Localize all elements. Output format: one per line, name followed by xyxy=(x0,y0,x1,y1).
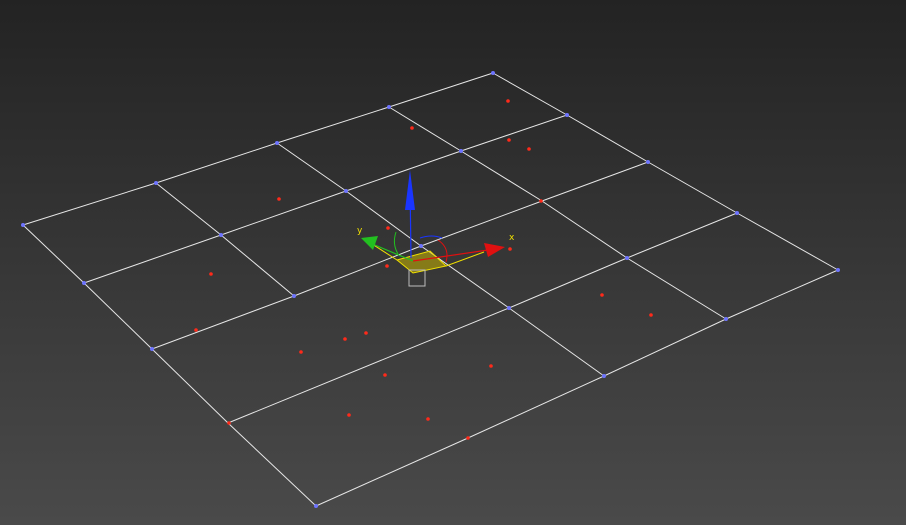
grid-col-4[interactable] xyxy=(492,72,839,271)
selected-vertex[interactable] xyxy=(209,272,213,276)
vertex[interactable] xyxy=(387,105,391,109)
grid-row-0[interactable] xyxy=(22,72,494,226)
gizmo-x-arrowhead[interactable] xyxy=(484,243,505,257)
vertex[interactable] xyxy=(459,149,463,153)
vertices xyxy=(21,71,840,508)
selected-vertex[interactable] xyxy=(347,413,351,417)
vertex[interactable] xyxy=(507,306,511,310)
vertex[interactable] xyxy=(735,211,739,215)
gizmo-y-arrowhead[interactable] xyxy=(361,236,378,250)
vertex[interactable] xyxy=(836,268,840,272)
vertex[interactable] xyxy=(275,141,279,145)
vertex[interactable] xyxy=(82,281,86,285)
selected-vertex[interactable] xyxy=(299,350,303,354)
perspective-viewport[interactable]: x y xyxy=(0,0,906,525)
selected-vertex[interactable] xyxy=(194,328,198,332)
vertex[interactable] xyxy=(314,504,318,508)
vertex[interactable] xyxy=(419,244,423,248)
gizmo-arc-blue xyxy=(419,235,443,239)
selected-vertex[interactable] xyxy=(410,126,414,130)
vertex[interactable] xyxy=(491,71,495,75)
selected-vertex[interactable] xyxy=(386,226,390,230)
grid-rows xyxy=(22,72,839,507)
selected-vertex[interactable] xyxy=(600,293,604,297)
vertex[interactable] xyxy=(154,181,158,185)
grid-row-1[interactable] xyxy=(83,114,568,284)
gizmo-plane-corner-y xyxy=(371,243,398,261)
vertex[interactable] xyxy=(344,189,348,193)
plane-mesh[interactable]: x y xyxy=(0,0,906,525)
selected-vertex[interactable] xyxy=(466,436,470,440)
grid-row-4[interactable] xyxy=(315,269,839,507)
vertex[interactable] xyxy=(219,233,223,237)
selected-vertex[interactable] xyxy=(539,199,543,203)
vertex[interactable] xyxy=(292,294,296,298)
vertex[interactable] xyxy=(724,317,728,321)
selected-vertex[interactable] xyxy=(383,373,387,377)
selected-vertex[interactable] xyxy=(506,99,510,103)
vertex[interactable] xyxy=(646,160,650,164)
grid-col-0[interactable] xyxy=(22,224,317,507)
selected-vertex[interactable] xyxy=(227,421,231,425)
gizmo-y-label: y xyxy=(357,226,363,236)
selected-vertex[interactable] xyxy=(507,138,511,142)
vertex[interactable] xyxy=(602,374,606,378)
selected-vertex[interactable] xyxy=(527,147,531,151)
selected-vertex[interactable] xyxy=(508,247,512,251)
grid-row-3[interactable] xyxy=(227,212,738,424)
selected-vertex[interactable] xyxy=(277,197,281,201)
gizmo-arc-green xyxy=(393,231,399,255)
selected-vertex[interactable] xyxy=(385,264,389,268)
grid-col-2[interactable] xyxy=(276,142,605,377)
selected-vertex[interactable] xyxy=(489,364,493,368)
vertex[interactable] xyxy=(565,113,569,117)
selected-vertex[interactable] xyxy=(364,331,368,335)
selected-vertex[interactable] xyxy=(343,337,347,341)
vertex[interactable] xyxy=(150,347,154,351)
gizmo-x-label: x xyxy=(509,233,515,243)
selected-vertex[interactable] xyxy=(649,313,653,317)
grid-columns xyxy=(22,72,839,507)
move-gizmo[interactable]: x y xyxy=(357,170,515,287)
vertex[interactable] xyxy=(625,256,629,260)
vertex[interactable] xyxy=(21,223,25,227)
gizmo-z-arrowhead[interactable] xyxy=(405,170,415,210)
selected-vertex[interactable] xyxy=(426,417,430,421)
grid-col-1[interactable] xyxy=(155,182,295,297)
gizmo-plane-corner-x xyxy=(445,251,485,267)
